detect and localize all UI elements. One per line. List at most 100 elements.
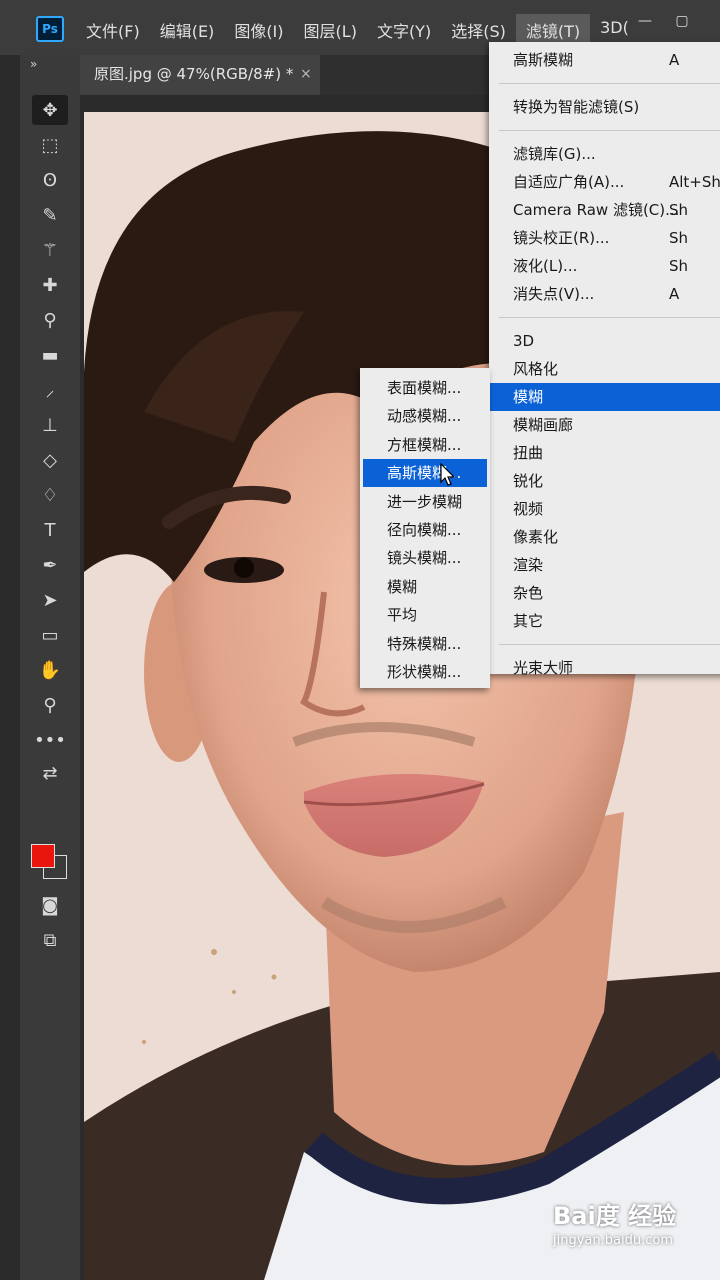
menu-separator — [499, 317, 720, 318]
filter-menu: 高斯模糊 A 转换为智能滤镜(S) 滤镜库(G)... 自适应广角(A)... Alt+S… — [489, 42, 720, 677]
blur-menu-item[interactable]: 模糊 — [360, 573, 490, 601]
shortcut-label: A — [669, 285, 680, 303]
filter-menu-item[interactable]: 转换为智能滤镜(S) — [489, 93, 720, 121]
filter-menu-item[interactable]: 自适应广角(A)... Alt+Sh — [489, 168, 720, 196]
filter-menu-item-label: 镜头校正(R)... — [513, 229, 610, 247]
close-tab-icon[interactable]: × — [300, 55, 312, 93]
blur-menu-item[interactable]: 特殊模糊... — [360, 630, 490, 658]
filter-menu-item[interactable]: 3D — [489, 327, 720, 355]
tools-panel: » ◙ ⧉ ✥ ⬚ ʘ ✎ ⚚ ✚ ⚲ ▬ ⸝ ⊥ ◇ ♢ T ✒ ➤ ▭ ✋ ⚲ ••• ⇄ — [20, 55, 81, 1280]
ellipsis-icon[interactable]: ••• — [32, 725, 68, 755]
filter-menu-item-label: 3D — [513, 332, 535, 350]
shortcut-label: Alt+Sh — [669, 173, 720, 191]
quick-mask-icon[interactable]: ◙ — [32, 890, 68, 920]
filter-menu-item[interactable]: 风格化 — [489, 355, 720, 383]
filter-menu-item[interactable]: 模糊画廊 — [489, 411, 720, 439]
filter-menu-item[interactable]: 滤镜库(G)... — [489, 140, 720, 168]
blur-menu-item[interactable]: 高斯模糊... — [363, 459, 487, 488]
blur-menu-item[interactable]: 径向模糊... — [360, 516, 490, 544]
photoshop-logo: Ps — [36, 16, 64, 42]
filter-menu-item-label: 模糊画廊 — [513, 416, 574, 434]
bandage-icon[interactable]: ✚ — [32, 270, 68, 300]
filter-menu-item-label: 其它 — [513, 612, 544, 630]
hand-icon[interactable]: ✋ — [32, 655, 68, 685]
mouse-cursor-icon — [440, 463, 456, 486]
pen-icon[interactable]: ✒ — [32, 550, 68, 580]
filter-menu-item-label: Camera Raw 滤镜(C)... — [513, 201, 680, 219]
filter-menu-item[interactable]: 镜头校正(R)... Sh — [489, 224, 720, 252]
filter-menu-item-label: 像素化 — [513, 528, 559, 546]
filter-menu-item[interactable]: 液化(L)... Sh — [489, 252, 720, 280]
menu-item[interactable]: 文件(F) — [76, 14, 150, 46]
menu-item[interactable]: 图层(L) — [294, 14, 367, 46]
blur-menu-item[interactable]: 动感模糊... — [360, 402, 490, 430]
filter-menu-item[interactable]: 锐化 — [489, 467, 720, 495]
filter-menu-item[interactable]: Camera Raw 滤镜(C)... Sh — [489, 196, 720, 224]
document-tab[interactable]: 原图.jpg @ 47%(RGB/8#) * × — [80, 55, 320, 95]
filter-menu-item-label: 消失点(V)... — [513, 285, 595, 303]
filter-menu-item-label: 杂色 — [513, 584, 544, 602]
baidu-watermark: Bai度 经验 jingyan.baidu.com — [553, 1196, 676, 1248]
watermark-url: jingyan.baidu.com — [553, 1233, 673, 1248]
watermark-brand: Bai度 经验 — [553, 1202, 677, 1230]
filter-menu-item[interactable]: 渲染 — [489, 551, 720, 579]
magic-wand-icon[interactable]: ⚚ — [32, 235, 68, 265]
filter-menu-item-label: 锐化 — [513, 472, 544, 490]
shortcut-label: Sh — [669, 229, 689, 247]
type-icon[interactable]: T — [32, 515, 68, 545]
document-title: 原图.jpg @ 47%(RGB/8#) * — [94, 65, 294, 83]
menu-item[interactable]: 编辑(E) — [150, 14, 225, 46]
filter-menu-item-label: 模糊 — [513, 388, 544, 406]
paint-bucket-icon[interactable]: ♢ — [32, 480, 68, 510]
filter-menu-item[interactable]: 像素化 — [489, 523, 720, 551]
filter-menu-item-label: 渲染 — [513, 556, 544, 574]
filter-menu-item-label: 液化(L)... — [513, 257, 578, 275]
blur-menu-item[interactable]: 镜头模糊... — [360, 544, 490, 572]
filter-menu-item[interactable]: 模糊 — [489, 383, 720, 411]
filter-menu-item-label: 风格化 — [513, 360, 559, 378]
eyedropper-icon[interactable]: ⚲ — [32, 305, 68, 335]
blur-menu-item[interactable]: 进一步模糊 — [360, 488, 490, 516]
filter-menu-item-label: 扭曲 — [513, 444, 544, 462]
arrow-pointer-icon[interactable]: ➤ — [32, 585, 68, 615]
swap-colors-icon[interactable]: ⇄ — [32, 758, 68, 788]
filter-menu-item[interactable]: 扭曲 — [489, 439, 720, 467]
filter-menu-item-label: 视频 — [513, 500, 544, 518]
minimize-icon[interactable]: — — [636, 12, 654, 30]
blur-menu-item[interactable]: 表面模糊... — [360, 374, 490, 402]
gradient-icon[interactable]: ▬ — [32, 340, 68, 370]
marquee-icon[interactable]: ⬚ — [32, 130, 68, 160]
shortcut-label: Sh — [669, 257, 689, 275]
screen-mode-icon[interactable]: ⧉ — [32, 925, 68, 955]
menu-separator — [499, 130, 720, 131]
filter-menu-item[interactable]: 视频 — [489, 495, 720, 523]
blur-submenu: 表面模糊... 动感模糊... 方框模糊... 高斯模糊... 进一步模糊 径向模糊...… — [360, 368, 490, 688]
brush-icon[interactable]: ⸝ — [32, 375, 68, 405]
menu-item[interactable]: 文字(Y) — [367, 14, 441, 46]
blur-menu-item[interactable]: 方框模糊... — [360, 431, 490, 459]
shortcut-label: Sh — [669, 201, 689, 219]
filter-menu-item[interactable]: 杂色 — [489, 579, 720, 607]
lasso-icon[interactable]: ʘ — [32, 165, 68, 195]
zoom-icon[interactable]: ⚲ — [32, 690, 68, 720]
menu-separator — [499, 83, 720, 84]
stamp-icon[interactable]: ⊥ — [32, 410, 68, 440]
filter-menu-item-label: 滤镜库(G)... — [513, 145, 596, 163]
filter-menu-item-label: 自适应广角(A)... — [513, 173, 625, 191]
collapse-panel-icon[interactable]: » — [30, 57, 37, 71]
move-icon[interactable]: ✥ — [32, 95, 68, 125]
filter-menu-item[interactable]: 消失点(V)... A — [489, 280, 720, 308]
restore-icon[interactable]: ▢ — [673, 12, 691, 30]
quick-select-icon[interactable]: ✎ — [32, 200, 68, 230]
filter-menu-item[interactable]: 高斯模糊 A — [489, 46, 720, 74]
filter-menu-item-label: 光束大师 — [513, 659, 574, 677]
shortcut-label: A — [669, 51, 680, 69]
rectangle-icon[interactable]: ▭ — [32, 620, 68, 650]
filter-menu-item[interactable]: 其它 — [489, 607, 720, 635]
foreground-color-swatch[interactable] — [31, 844, 55, 868]
filter-menu-item[interactable]: 光束大师 — [489, 654, 720, 682]
blur-menu-item[interactable]: 形状模糊... — [360, 658, 490, 686]
blur-menu-item[interactable]: 平均 — [360, 601, 490, 629]
eraser-icon[interactable]: ◇ — [32, 445, 68, 475]
menu-item[interactable]: 图像(I) — [224, 14, 293, 46]
